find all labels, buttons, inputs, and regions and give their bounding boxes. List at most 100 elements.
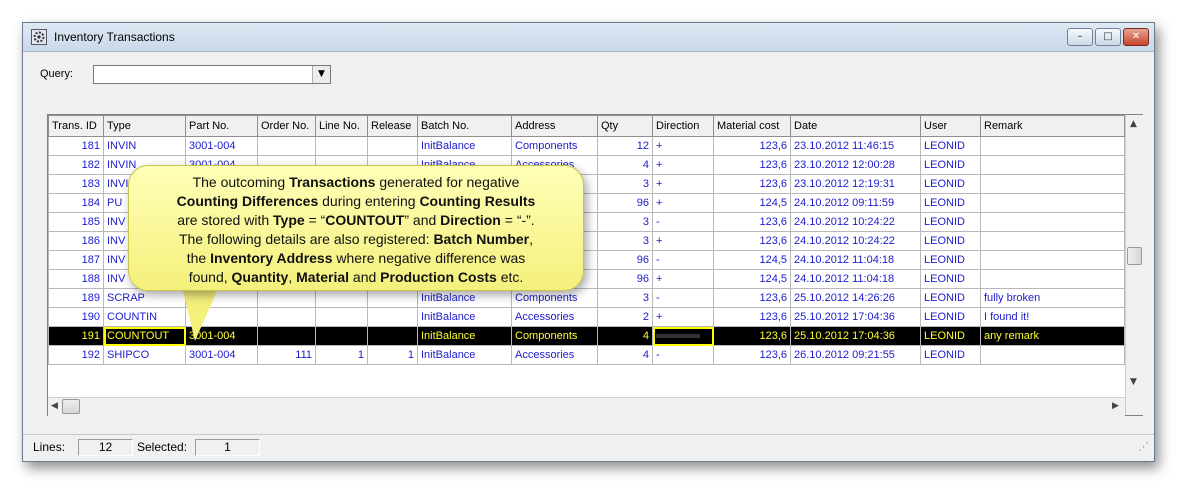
cell-direction[interactable]: - [652,288,714,308]
column-header-user[interactable]: User [920,115,981,137]
cell-user[interactable]: LEONID [920,326,981,346]
cell-qty[interactable]: 3 [597,174,653,194]
cell-batch-no[interactable]: InitBalance [417,345,512,365]
cell-remark[interactable] [980,345,1125,365]
cell-date[interactable]: 24.10.2012 09:11:59 [790,193,921,213]
vertical-scroll-thumb[interactable] [1127,247,1142,265]
cell-user[interactable]: LEONID [920,269,981,289]
cell-user[interactable]: LEONID [920,288,981,308]
cell-material-cost[interactable]: 123,6 [713,231,791,251]
cell-material-cost[interactable]: 123,6 [713,136,791,156]
cell-date[interactable]: 24.10.2012 11:04:18 [790,269,921,289]
cell-trans-id[interactable]: 191 [48,326,104,346]
cell-date[interactable]: 23.10.2012 11:46:15 [790,136,921,156]
cell-material-cost[interactable]: 123,6 [713,288,791,308]
scroll-up-icon[interactable]: ▲ [1130,119,1137,129]
cell-order-no[interactable]: 111 [257,345,316,365]
cell-qty[interactable]: 4 [597,155,653,175]
cell-material-cost[interactable]: 124,5 [713,269,791,289]
cell-date[interactable]: 23.10.2012 12:00:28 [790,155,921,175]
resize-grip-icon[interactable]: ⋰ [1138,440,1149,453]
column-header-date[interactable]: Date [790,115,921,137]
cell-remark[interactable] [980,269,1125,289]
cell-type[interactable]: INVIN [103,136,186,156]
cell-material-cost[interactable]: 124,5 [713,250,791,270]
close-button[interactable]: ✕ [1123,28,1149,46]
cell-qty[interactable]: 96 [597,269,653,289]
cell-qty[interactable]: 4 [597,326,653,346]
cell-direction[interactable]: + [652,174,714,194]
cell-direction[interactable]: - [652,345,714,365]
cell-address[interactable]: Components [511,326,598,346]
cell-remark[interactable] [980,212,1125,232]
cell-direction[interactable]: + [652,136,714,156]
minimize-button[interactable]: – [1067,28,1093,46]
cell-trans-id[interactable]: 183 [48,174,104,194]
cell-type[interactable]: COUNTIN [103,307,186,327]
cell-user[interactable]: LEONID [920,136,981,156]
cell-trans-id[interactable]: 189 [48,288,104,308]
cell-order-no[interactable] [257,326,316,346]
cell-qty[interactable]: 96 [597,193,653,213]
cell-address[interactable]: Components [511,288,598,308]
cell-direction[interactable]: + [652,307,714,327]
cell-qty[interactable]: 2 [597,307,653,327]
cell-order-no[interactable] [257,288,316,308]
cell-remark[interactable] [980,155,1125,175]
cell-user[interactable]: LEONID [920,231,981,251]
cell-order-no[interactable] [257,136,316,156]
cell-order-no[interactable] [257,307,316,327]
cell-type[interactable]: SCRAP [103,288,186,308]
cell-trans-id[interactable]: 185 [48,212,104,232]
cell-trans-id[interactable]: 184 [48,193,104,213]
cell-trans-id[interactable]: 190 [48,307,104,327]
cell-line-no[interactable] [315,307,368,327]
scroll-left-icon[interactable]: ◀ [51,401,58,411]
cell-batch-no[interactable]: InitBalance [417,326,512,346]
cell-direction-selected[interactable] [652,326,714,346]
cell-user[interactable]: LEONID [920,345,981,365]
column-header-release[interactable]: Release [367,115,418,137]
cell-line-no[interactable] [315,326,368,346]
cell-date[interactable]: 25.10.2012 14:26:26 [790,288,921,308]
cell-qty[interactable]: 4 [597,345,653,365]
cell-date[interactable]: 25.10.2012 17:04:36 [790,326,921,346]
cell-date[interactable]: 25.10.2012 17:04:36 [790,307,921,327]
cell-material-cost[interactable]: 123,6 [713,307,791,327]
cell-material-cost[interactable]: 123,6 [713,345,791,365]
cell-trans-id[interactable]: 181 [48,136,104,156]
cell-date[interactable]: 24.10.2012 10:24:22 [790,212,921,232]
cell-date[interactable]: 24.10.2012 11:04:18 [790,250,921,270]
cell-batch-no[interactable]: InitBalance [417,307,512,327]
cell-trans-id[interactable]: 186 [48,231,104,251]
column-header-address[interactable]: Address [511,115,598,137]
cell-user[interactable]: LEONID [920,212,981,232]
cell-remark[interactable] [980,231,1125,251]
cell-line-no[interactable] [315,136,368,156]
column-header-material-cost[interactable]: Material cost [713,115,791,137]
cell-qty[interactable]: 3 [597,212,653,232]
cell-address[interactable]: Accessories [511,345,598,365]
cell-direction[interactable]: + [652,269,714,289]
column-header-trans-id[interactable]: Trans. ID [48,115,104,137]
cell-direction[interactable]: + [652,155,714,175]
column-header-part-no[interactable]: Part No. [185,115,258,137]
cell-remark[interactable] [980,250,1125,270]
cell-release[interactable] [367,307,418,327]
column-header-remark[interactable]: Remark [980,115,1125,137]
query-dropdown[interactable]: ▼ [93,65,331,84]
table-row[interactable]: 192 SHIPCO 3001-004 111 1 1 InitBalance Accesso… [48,345,1125,365]
cell-direction[interactable]: - [652,212,714,232]
cell-trans-id[interactable]: 192 [48,345,104,365]
cell-release[interactable]: 1 [367,345,418,365]
cell-release[interactable] [367,136,418,156]
maximize-button[interactable]: □ [1095,28,1121,46]
cell-qty[interactable]: 3 [597,231,653,251]
cell-material-cost[interactable]: 123,6 [713,212,791,232]
column-header-batch-no[interactable]: Batch No. [417,115,512,137]
cell-material-cost[interactable]: 123,6 [713,174,791,194]
cell-trans-id[interactable]: 182 [48,155,104,175]
cell-date[interactable]: 26.10.2012 09:21:55 [790,345,921,365]
column-header-order-no[interactable]: Order No. [257,115,316,137]
cell-part-no[interactable]: 3001-004 [185,345,258,365]
